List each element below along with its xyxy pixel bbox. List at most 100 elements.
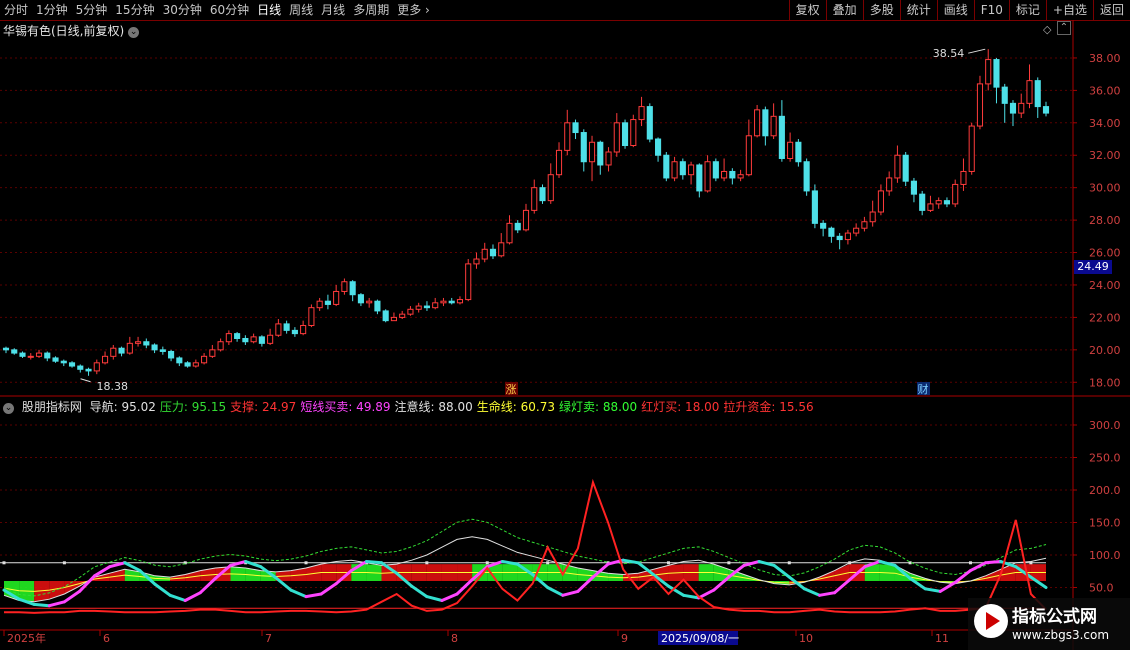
- short-trade-segment: [183, 591, 202, 602]
- candle-body: [324, 300, 331, 305]
- candle-body: [803, 161, 810, 192]
- short-trade-segment: [47, 600, 66, 608]
- candle-body: [390, 316, 397, 322]
- candle-body: [820, 222, 827, 229]
- candle-body: [242, 337, 249, 343]
- indicator-value-4: 注意线: 88.00: [394, 400, 473, 414]
- candle-body: [547, 174, 554, 202]
- candle-body: [77, 365, 84, 370]
- price-tick-label: 24.00: [1089, 279, 1121, 292]
- zhang-marker-label: 涨: [506, 383, 517, 396]
- watermark: 指标公式网 www.zbgs3.com: [968, 598, 1130, 650]
- candle-body: [110, 347, 117, 357]
- price-tick-label: 32.00: [1089, 149, 1121, 162]
- candle-body: [564, 122, 571, 151]
- candle-body: [357, 294, 364, 304]
- candle-body: [101, 355, 109, 364]
- candle-body: [960, 170, 967, 185]
- candle-body: [580, 132, 587, 163]
- short-trade-segment: [772, 563, 791, 579]
- chart-canvas[interactable]: 38.00 36.00 34.00 32.00 30.00 28.00 26.00 24.00…: [0, 0, 1130, 650]
- candle-body: [201, 355, 208, 364]
- candle-body: [225, 333, 232, 343]
- short-trade-segment: [304, 592, 323, 599]
- short-trade-segment: [742, 560, 761, 567]
- price-tick-label: 22.00: [1089, 311, 1121, 324]
- candle-body: [770, 115, 777, 137]
- candle-body: [85, 368, 92, 372]
- short-trade-segment: [697, 588, 716, 600]
- candle-body: [11, 349, 18, 354]
- indicator-value-8: 拉升资金: 15.56: [723, 400, 814, 414]
- time-label: 8: [451, 632, 458, 645]
- short-trade-segment: [833, 578, 852, 595]
- short-trade-segment: [153, 582, 172, 597]
- candle-body: [481, 248, 488, 260]
- candle-body: [522, 209, 530, 231]
- candle-body: [506, 222, 513, 244]
- candle-body: [679, 161, 686, 176]
- chevron-down-icon[interactable]: ⌄: [3, 403, 14, 414]
- attention-dot: [62, 561, 66, 565]
- candle-body: [721, 170, 728, 179]
- attention-dot: [666, 561, 670, 565]
- price-tick-label: 36.00: [1089, 84, 1121, 97]
- watermark-logo-icon: [974, 604, 1008, 638]
- candle-body: [184, 362, 191, 367]
- short-trade-segment: [953, 569, 972, 584]
- candle-body: [894, 154, 901, 179]
- attention-dot: [727, 561, 731, 565]
- candle-body: [1042, 106, 1050, 114]
- candle-body: [423, 305, 431, 309]
- short-trade-segment: [364, 560, 384, 565]
- candle-body: [382, 310, 389, 322]
- indicator-value-7: 红灯买: 18.00: [641, 400, 720, 414]
- candle-body: [68, 362, 76, 367]
- candle-body: [234, 333, 241, 339]
- candle-body: [93, 362, 100, 372]
- short-trade-segment: [440, 592, 459, 602]
- rising-fund-line: [4, 478, 1047, 614]
- high-arrow: [968, 48, 986, 54]
- candle-body: [151, 344, 158, 351]
- attention-dot: [425, 561, 429, 565]
- candle-body: [943, 200, 951, 205]
- high-price-label: 38.54: [933, 47, 965, 60]
- candle-body: [448, 300, 455, 304]
- candle-body: [828, 227, 835, 237]
- candle-body: [729, 170, 736, 179]
- indicator-tick-label: 100.0: [1089, 549, 1121, 562]
- candle-body: [514, 222, 521, 231]
- candle-body: [605, 151, 612, 166]
- attention-dot: [787, 561, 791, 565]
- candle-body: [737, 174, 744, 179]
- candle-body: [399, 313, 406, 318]
- candle-body: [258, 336, 265, 344]
- indicator-value-6: 绿灯卖: 88.00: [558, 400, 638, 414]
- candle-body: [349, 281, 356, 296]
- candle-body: [1001, 86, 1008, 104]
- candle-body: [308, 307, 315, 327]
- candle-body: [877, 190, 884, 213]
- candle-body: [35, 352, 43, 357]
- candle-body: [415, 305, 422, 310]
- indicator-tick-label: 50.0: [1089, 582, 1114, 595]
- candle-body: [663, 154, 670, 179]
- candle-body: [712, 161, 719, 179]
- candle-body: [168, 350, 175, 359]
- short-trade-segment: [229, 560, 248, 567]
- candle-body: [366, 300, 373, 304]
- candle-body: [118, 347, 125, 354]
- candle-body: [52, 357, 59, 362]
- attention-dot: [485, 561, 489, 565]
- candle-body: [778, 115, 785, 159]
- candle-body: [316, 300, 323, 309]
- short-trade-segment: [757, 560, 776, 567]
- candle-body: [597, 141, 604, 166]
- price-tick-label: 26.00: [1089, 247, 1121, 260]
- time-label: 9: [621, 632, 628, 645]
- watermark-url: www.zbgs3.com: [1012, 628, 1110, 642]
- candle-body: [333, 290, 340, 305]
- short-trade-segment: [923, 587, 942, 593]
- candle-body: [572, 122, 579, 134]
